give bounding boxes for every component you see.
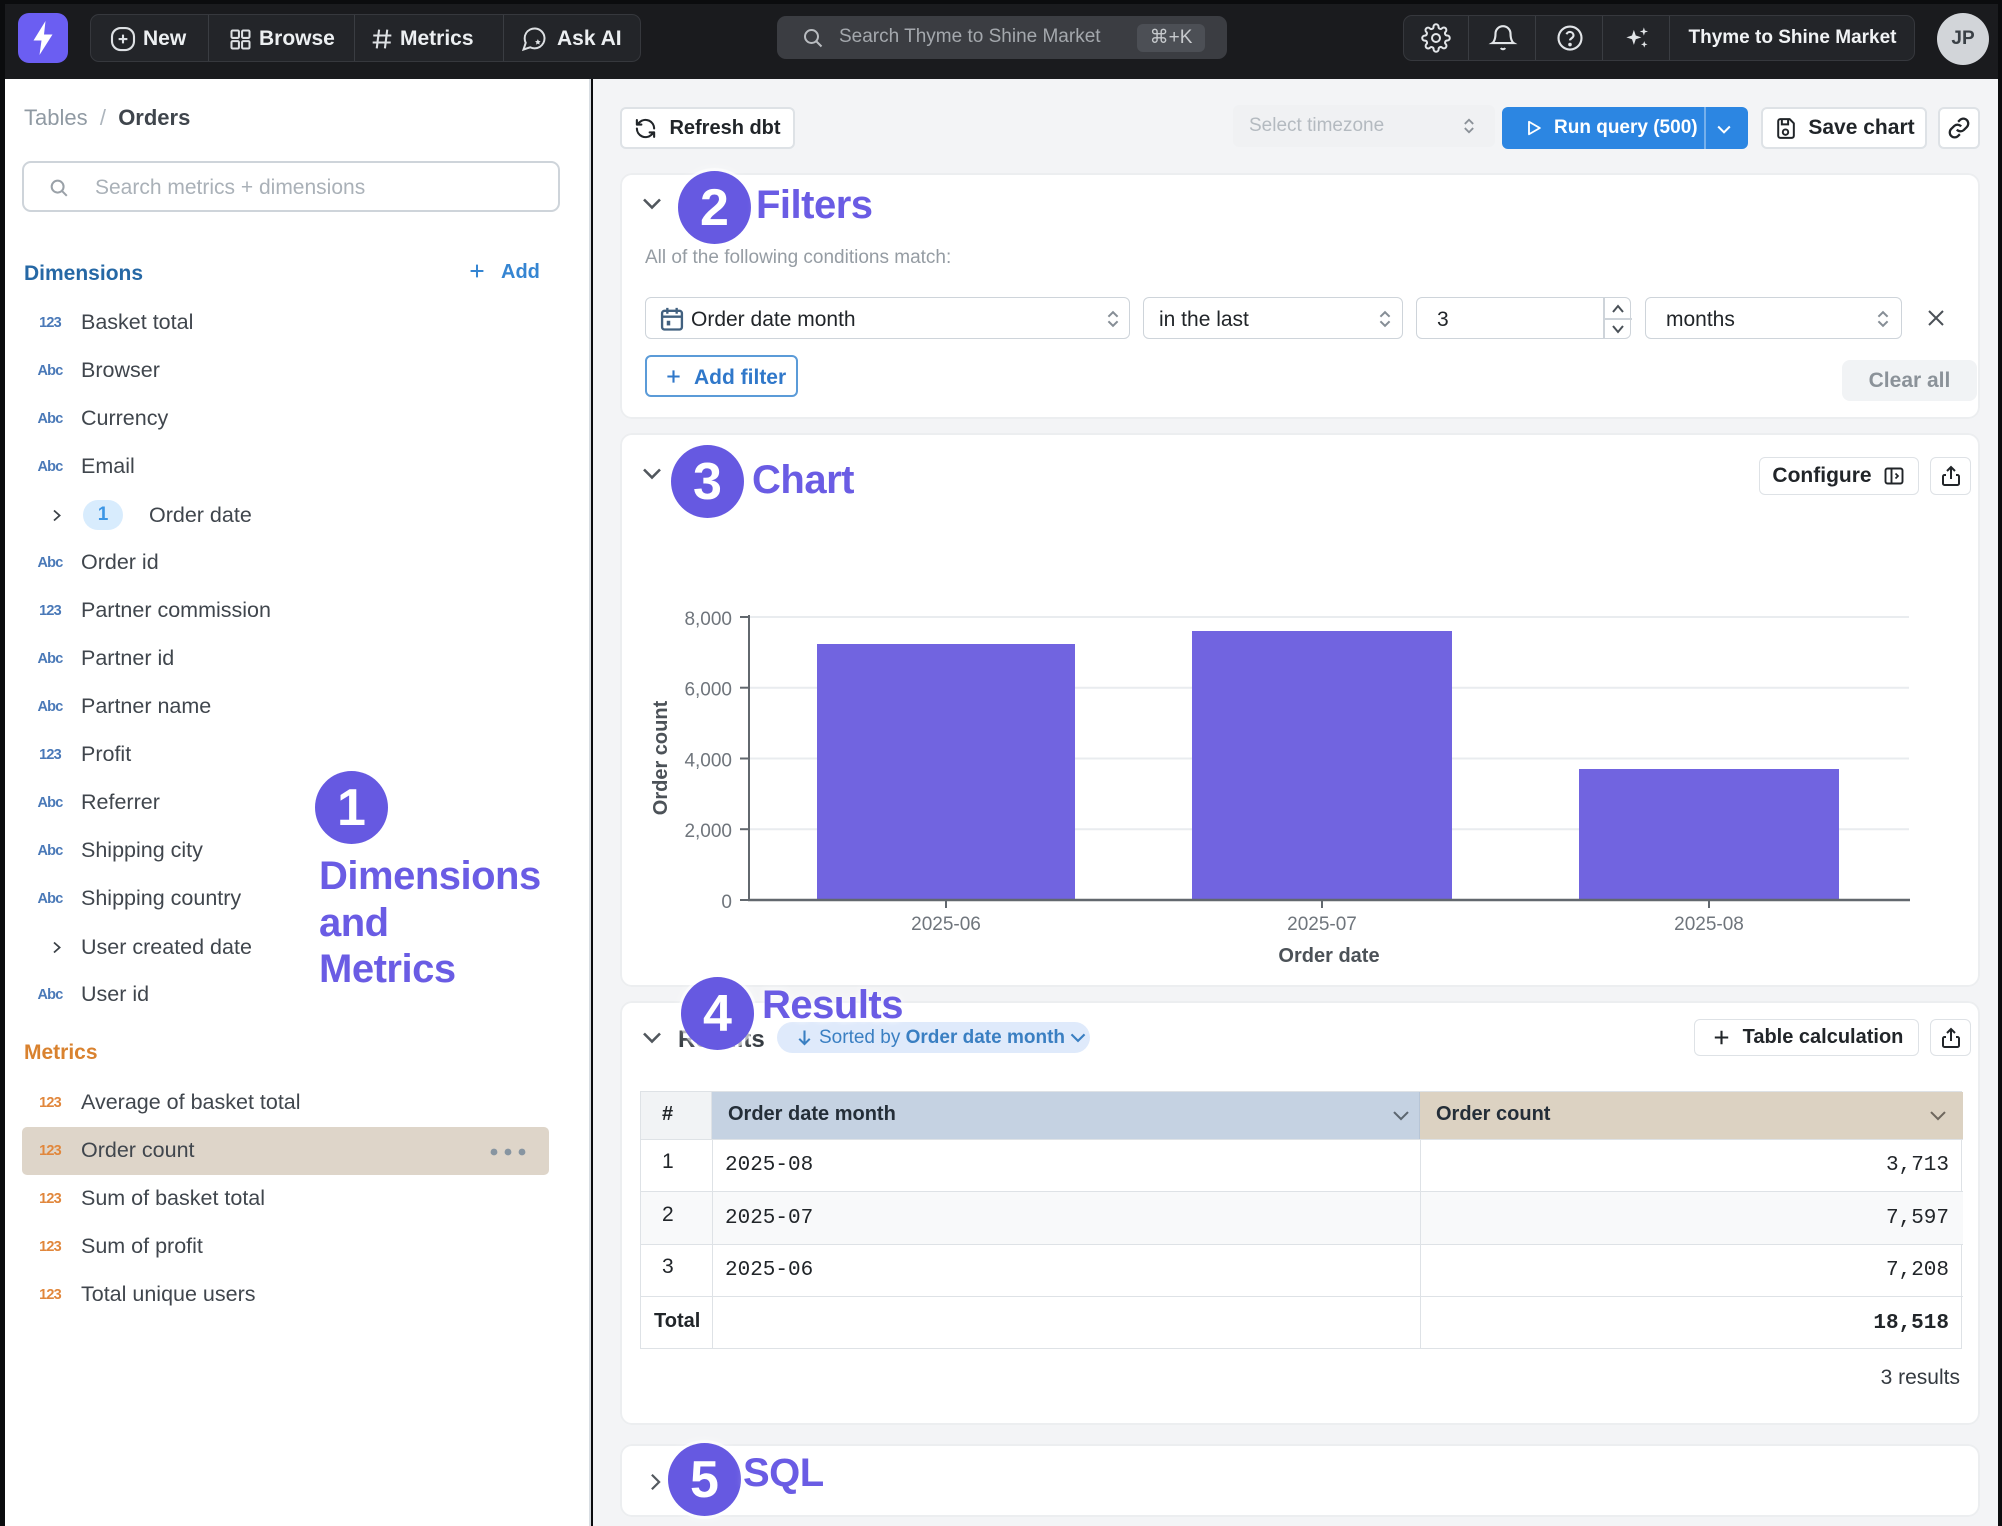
svg-text:8,000: 8,000 xyxy=(684,609,732,630)
svg-text:2025-06: 2025-06 xyxy=(911,914,981,935)
svg-text:Order date: Order date xyxy=(1278,945,1379,967)
svg-text:2,000: 2,000 xyxy=(684,821,732,842)
svg-text:2025-08: 2025-08 xyxy=(1674,914,1744,935)
svg-text:6,000: 6,000 xyxy=(684,680,732,701)
svg-text:2025-07: 2025-07 xyxy=(1287,914,1357,935)
svg-text:4,000: 4,000 xyxy=(684,751,732,772)
svg-text:Order count: Order count xyxy=(650,700,672,815)
svg-text:0: 0 xyxy=(721,892,732,913)
